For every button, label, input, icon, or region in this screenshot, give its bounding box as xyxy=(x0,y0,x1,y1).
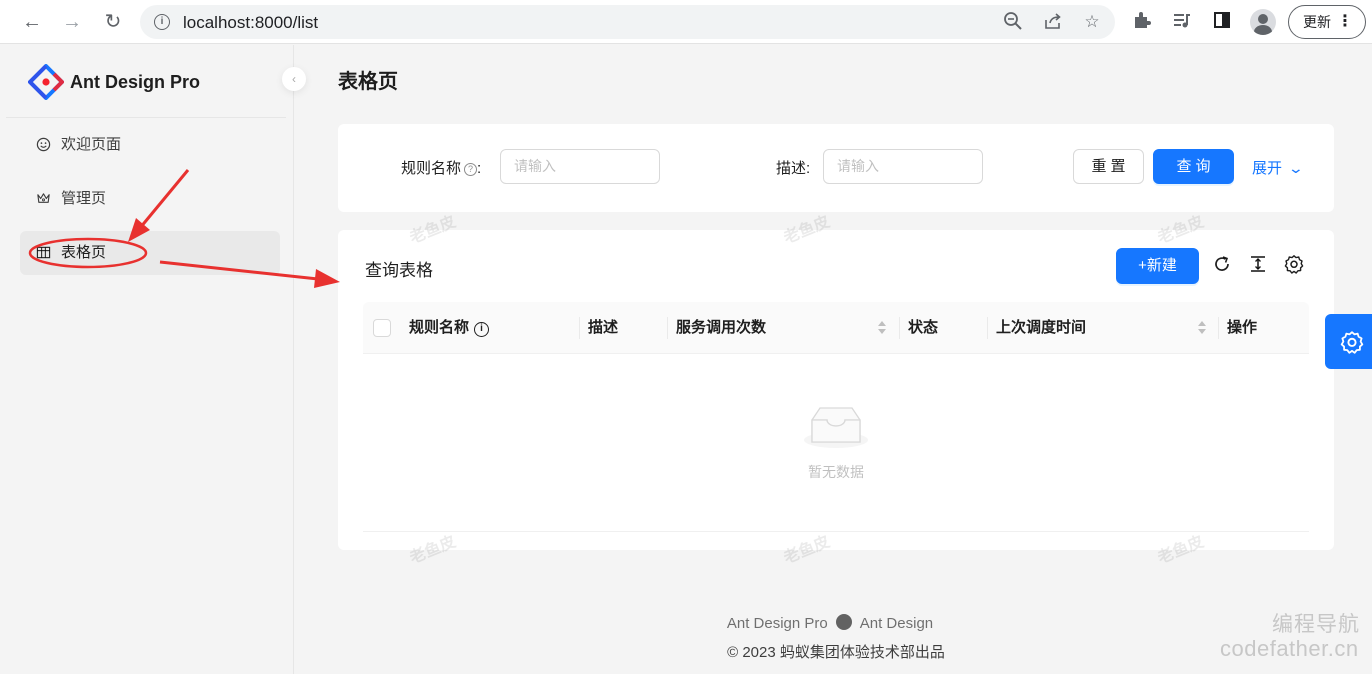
browser-toolbar: ← → ↻ i localhost:8000/list ☆ 更新 ⋮ xyxy=(0,0,1372,44)
smile-icon xyxy=(36,123,52,167)
site-watermark-title: 编程导航 xyxy=(1272,613,1360,636)
media-icon[interactable] xyxy=(1170,10,1194,34)
page-title: 表格页 xyxy=(338,71,398,93)
column-separator xyxy=(987,317,988,339)
zoom-icon[interactable] xyxy=(1002,11,1024,33)
column-header-call-count[interactable]: 服务调用次数 xyxy=(676,302,766,354)
table-title: 查询表格 xyxy=(365,261,433,280)
sidebar-item-table[interactable]: 表格页 xyxy=(20,231,280,275)
empty-text: 暂无数据 xyxy=(808,464,864,480)
sidebar-divider xyxy=(6,117,286,118)
ant-design-logo xyxy=(28,64,64,100)
back-icon[interactable]: ← xyxy=(20,10,44,34)
rule-name-label: 规则名称?: xyxy=(401,160,482,177)
chevron-down-icon: ⌄ xyxy=(1287,160,1305,176)
reset-button[interactable]: 重置 xyxy=(1073,149,1144,184)
copyright-text: 2023 蚂蚁集团体验技术部出品 xyxy=(742,644,945,661)
github-icon[interactable] xyxy=(835,614,852,630)
site-info-icon[interactable]: i xyxy=(154,14,170,30)
copyright-icon: © xyxy=(727,644,739,661)
reload-table-icon[interactable] xyxy=(1211,254,1233,276)
side-panel-icon[interactable] xyxy=(1210,10,1234,34)
sidebar-item-label: 欢迎页面 xyxy=(61,136,122,153)
question-icon: ? xyxy=(464,163,478,176)
sort-icon[interactable] xyxy=(877,319,887,337)
description-label: 描述: xyxy=(776,160,811,177)
column-header-status: 状态 xyxy=(908,319,939,336)
column-separator xyxy=(899,317,900,339)
update-label: 更新 xyxy=(1303,14,1331,30)
info-icon[interactable]: i xyxy=(474,322,490,337)
column-separator xyxy=(579,317,580,339)
column-separator xyxy=(1218,317,1219,339)
brand-title: Ant Design Pro xyxy=(70,72,201,92)
search-form-card: 规则名称?: 请输入 描述: 请输入 重置 查询 展开 ⌄ xyxy=(338,124,1334,212)
table-card: 查询表格 +新建 规则名称 i 描述 服务调用次数 状态 上次调度时间 操作 暂无… xyxy=(338,230,1334,550)
table-bottom-border xyxy=(363,531,1309,532)
query-button[interactable]: 查询 xyxy=(1153,149,1234,184)
column-separator xyxy=(667,317,668,339)
sort-icon[interactable] xyxy=(1197,319,1207,337)
forward-icon[interactable]: → xyxy=(60,10,84,34)
setting-drawer-button[interactable] xyxy=(1325,314,1372,369)
column-header-description: 描述 xyxy=(588,319,619,336)
url-text[interactable]: localhost:8000/list xyxy=(183,13,318,33)
bookmark-star-icon[interactable]: ☆ xyxy=(1081,11,1103,33)
profile-icon[interactable] xyxy=(1250,9,1276,35)
column-header-actions: 操作 xyxy=(1227,319,1258,336)
extensions-icon[interactable] xyxy=(1130,10,1154,34)
footer-link-ant-design-pro[interactable]: Ant Design Pro xyxy=(727,615,828,632)
crown-icon xyxy=(36,177,52,221)
table-icon xyxy=(36,231,52,275)
density-icon[interactable] xyxy=(1247,254,1269,276)
gear-icon xyxy=(1340,331,1364,354)
new-button[interactable]: +新建 xyxy=(1116,248,1199,284)
table-header: 规则名称 i 描述 服务调用次数 状态 上次调度时间 操作 xyxy=(363,302,1309,354)
share-icon[interactable] xyxy=(1042,11,1064,33)
sidebar-item-label: 表格页 xyxy=(61,244,107,261)
rule-name-input[interactable]: 请输入 xyxy=(500,149,660,184)
footer-link-ant-design[interactable]: Ant Design xyxy=(860,615,933,632)
description-input[interactable]: 请输入 xyxy=(823,149,983,184)
column-header-rule-name[interactable]: 规则名称 i xyxy=(409,302,490,354)
footer-copyright: © 2023 蚂蚁集团体验技术部出品 xyxy=(0,641,1372,662)
column-setting-icon[interactable] xyxy=(1283,254,1305,276)
menu-icon: ⋮ xyxy=(1337,13,1353,30)
sidebar-item-admin[interactable]: 管理页 xyxy=(20,177,280,221)
empty-inbox-icon xyxy=(804,407,868,448)
footer-links: Ant Design Pro Ant Design xyxy=(0,614,1372,632)
address-bar[interactable]: i localhost:8000/list ☆ xyxy=(140,5,1115,39)
update-button[interactable]: 更新 ⋮ xyxy=(1288,5,1366,39)
collapse-sidebar-button[interactable]: ‹ xyxy=(282,67,306,91)
site-watermark-url: codefather.cn xyxy=(1220,636,1359,661)
select-all-checkbox[interactable] xyxy=(373,319,391,337)
column-header-last-schedule-time[interactable]: 上次调度时间 xyxy=(996,302,1086,354)
reload-icon[interactable]: ↻ xyxy=(101,10,125,34)
sidebar: Ant Design Pro ‹ 欢迎页面 管理页 表格页 xyxy=(6,45,306,674)
sidebar-item-label: 管理页 xyxy=(61,190,107,207)
expand-link[interactable]: 展开 ⌄ xyxy=(1252,157,1305,178)
sidebar-item-welcome[interactable]: 欢迎页面 xyxy=(20,123,280,167)
